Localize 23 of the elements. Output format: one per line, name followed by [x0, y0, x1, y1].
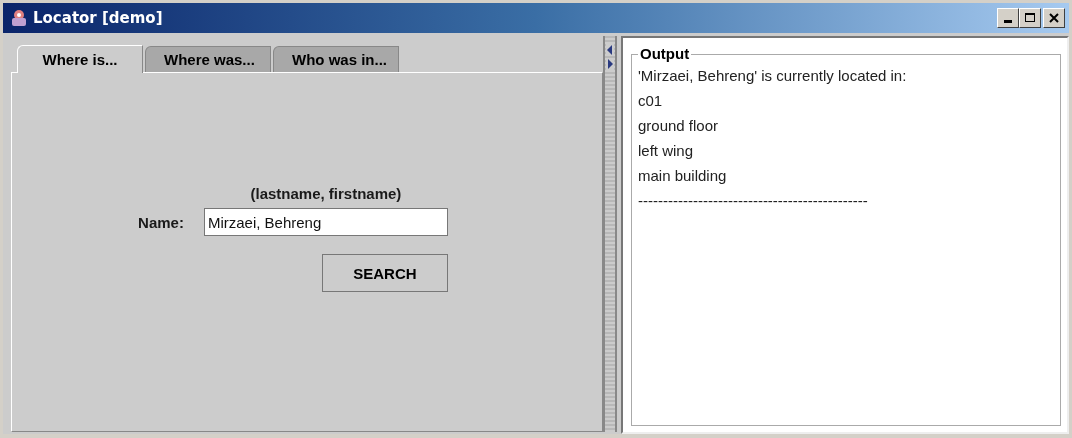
tab[interactable]: Where is... — [17, 45, 143, 73]
maximize-button[interactable] — [1019, 8, 1041, 28]
maximize-icon — [1024, 12, 1036, 24]
window-title: Locator [demo] — [33, 9, 164, 27]
name-label: Name: — [138, 213, 184, 231]
tab[interactable]: Where was... — [145, 46, 271, 72]
expand-right-icon[interactable] — [606, 58, 614, 70]
input-hint: (lastname, firstname) — [250, 185, 402, 202]
output-line: main building — [638, 166, 728, 186]
close-button[interactable] — [1043, 8, 1065, 28]
collapse-left-icon[interactable] — [606, 44, 614, 56]
search-button[interactable]: SEARCH — [321, 254, 448, 292]
close-icon — [1049, 13, 1059, 23]
minimize-icon — [1004, 20, 1012, 23]
app-icon — [9, 8, 29, 28]
output-line: c01 — [638, 91, 664, 111]
output-line: 'Mirzaei, Behreng' is currently located in: — [638, 66, 908, 86]
output-line: ground floor — [638, 116, 720, 136]
name-field[interactable]: Mirzaei, Behreng — [203, 208, 448, 236]
tab[interactable]: Who was in... — [273, 46, 399, 72]
output-line: left wing — [638, 141, 695, 161]
output-line: ---------------------------------------------- — [638, 191, 869, 211]
minimize-button[interactable] — [997, 8, 1019, 28]
